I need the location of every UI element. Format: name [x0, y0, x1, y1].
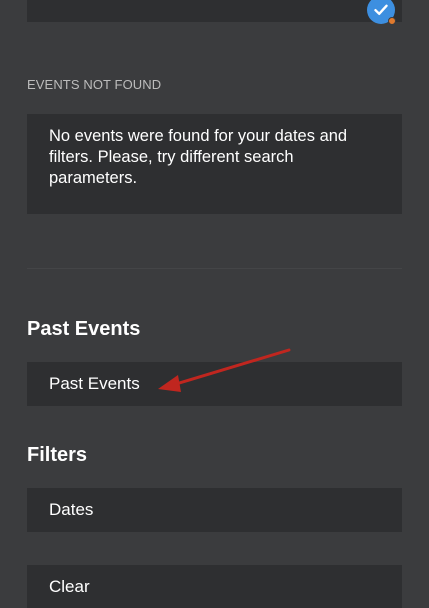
no-events-message-card: No events were found for your dates and … [27, 114, 402, 214]
clear-filters-button[interactable]: Clear [27, 565, 402, 608]
previous-card [27, 0, 402, 22]
checkmark-icon [374, 4, 388, 15]
clear-filters-label: Clear [49, 577, 90, 596]
no-events-message: No events were found for your dates and … [49, 127, 348, 187]
filters-heading: Filters [27, 444, 88, 466]
section-divider [27, 268, 402, 269]
dates-filter-button[interactable]: Dates [27, 488, 402, 532]
past-events-button[interactable]: Past Events [27, 362, 402, 406]
status-dot [388, 17, 396, 25]
events-not-found-label: EVENTS NOT FOUND [27, 77, 162, 92]
dates-filter-label: Dates [49, 500, 94, 519]
check-circle-icon[interactable] [367, 0, 396, 25]
past-events-heading: Past Events [27, 318, 141, 340]
past-events-button-label: Past Events [49, 374, 140, 393]
events-page: EVENTS NOT FOUND No events were found fo… [0, 0, 429, 608]
